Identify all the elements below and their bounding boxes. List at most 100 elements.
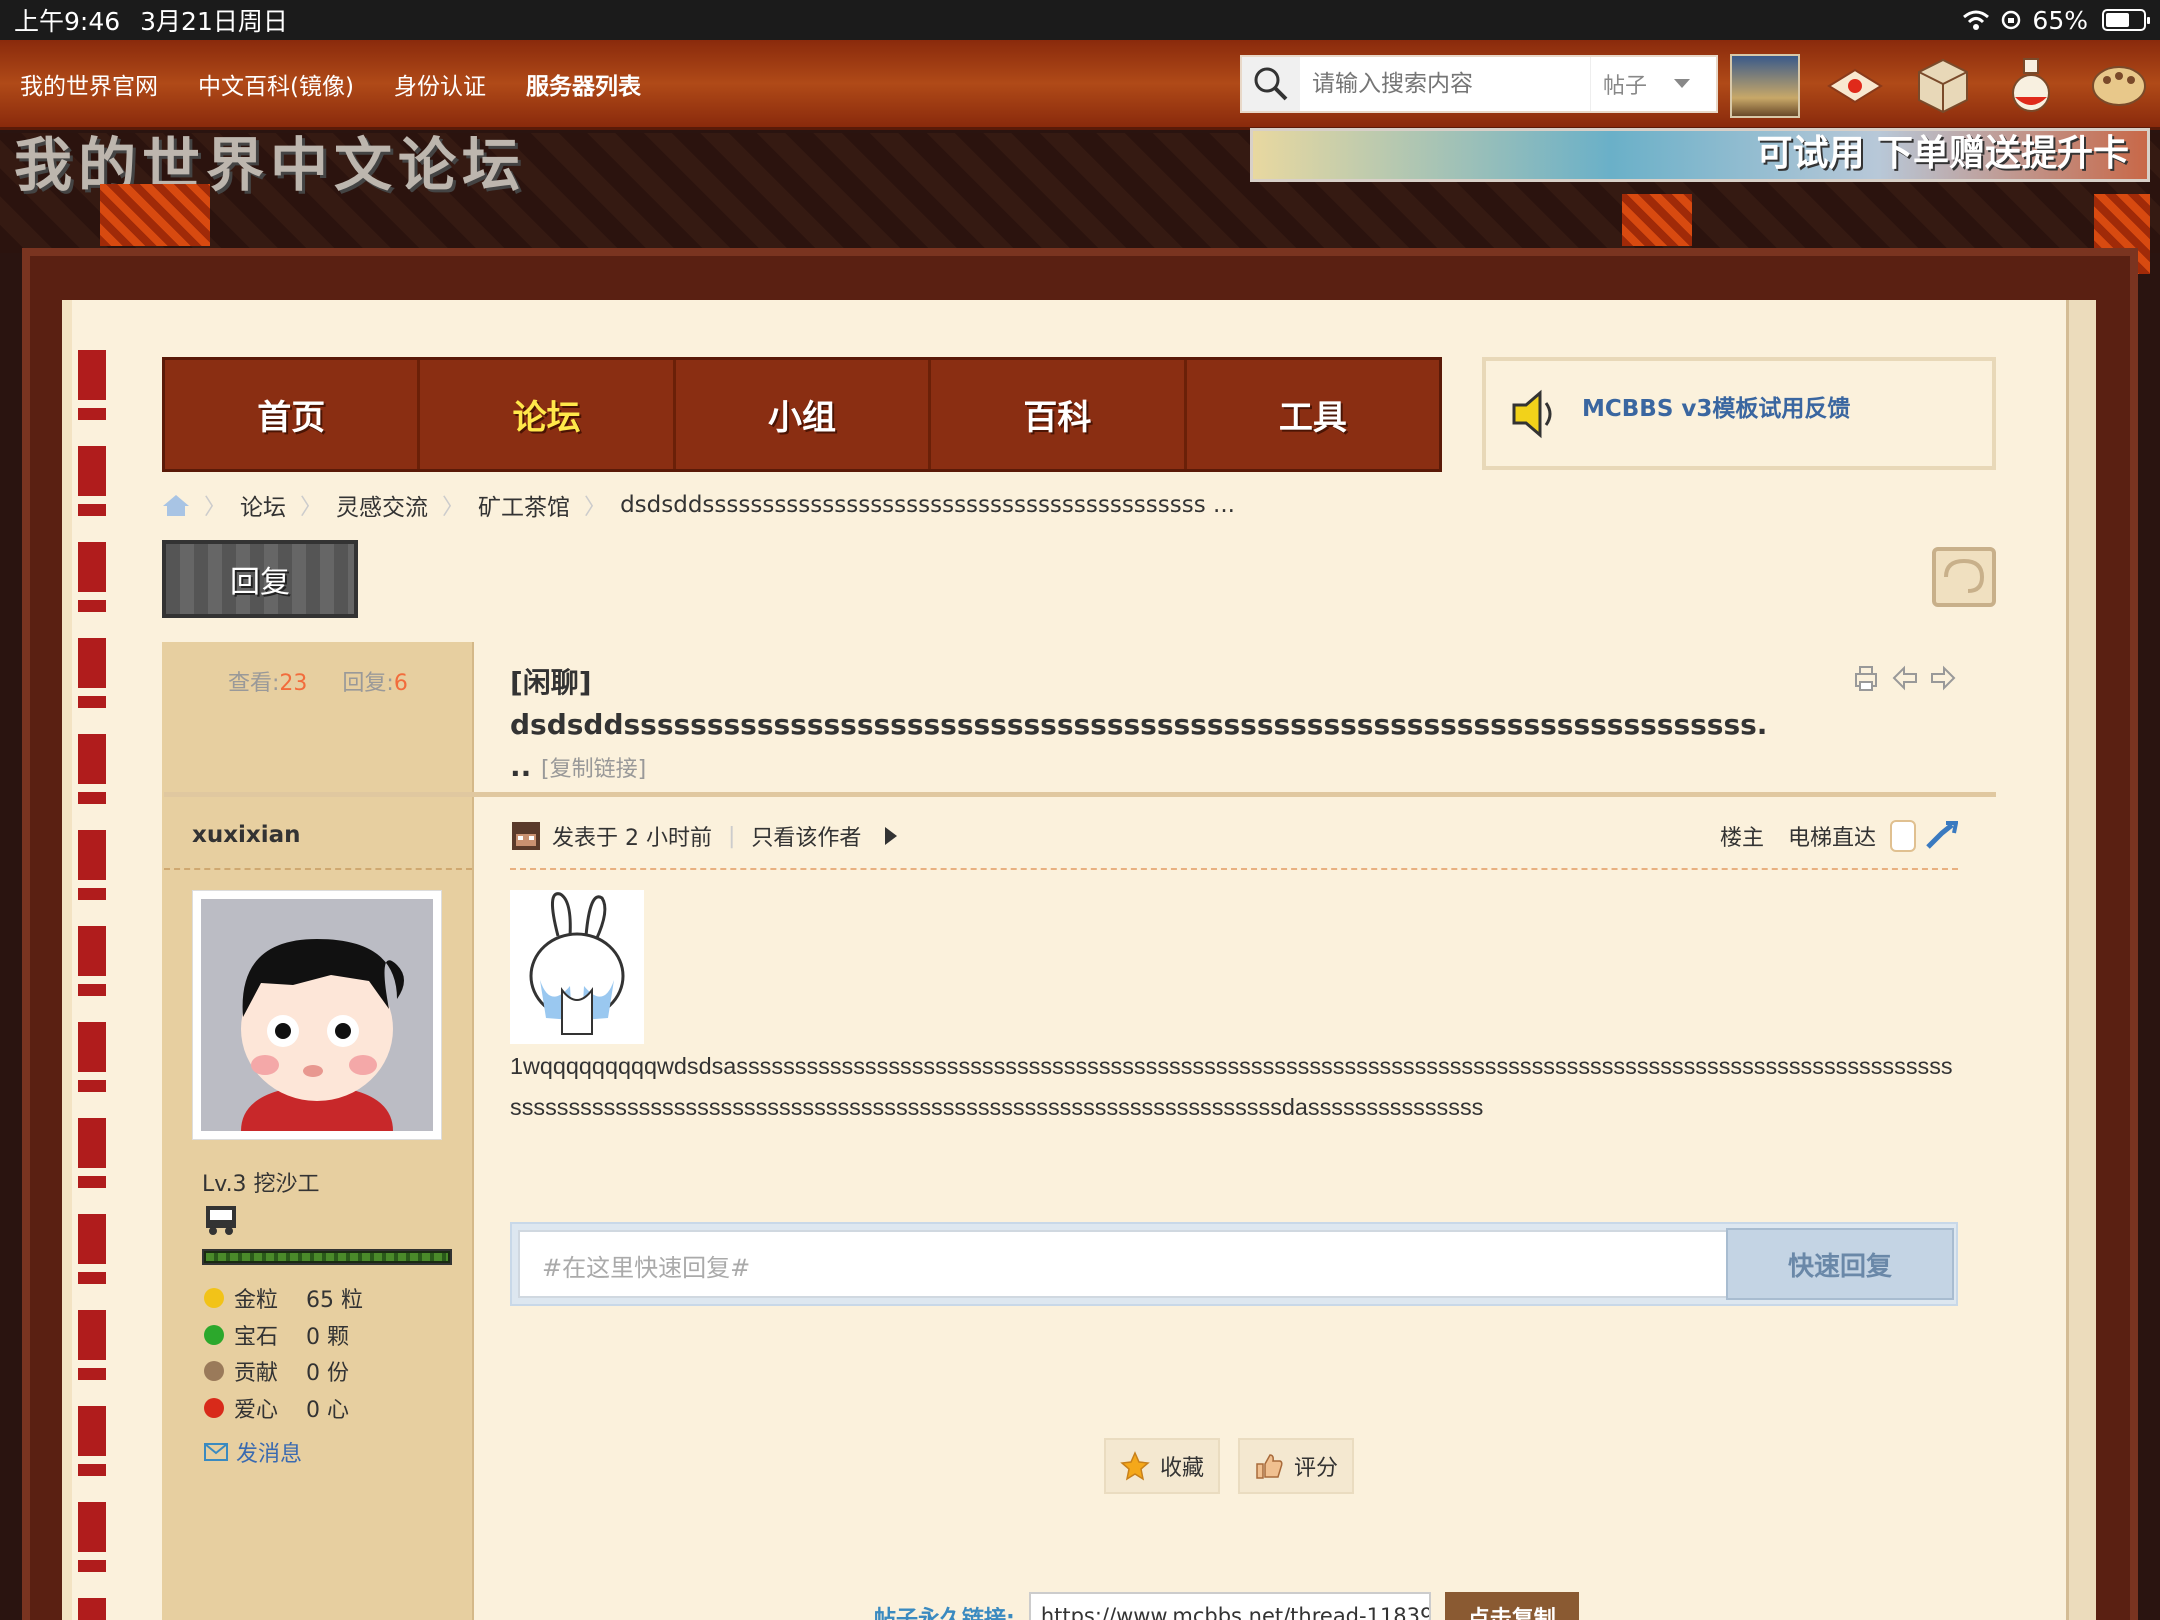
attr-label: 金粒 [234, 1288, 279, 1314]
search-icon[interactable] [1242, 57, 1300, 111]
potion-icon[interactable] [1998, 55, 2064, 117]
favorite-button[interactable]: 收藏 [1104, 1438, 1221, 1494]
attr-contribution: 贡献 0 份 [204, 1353, 363, 1390]
left-decoration [78, 350, 106, 1620]
breadcrumb: 〉 论坛 〉 灵感交流 〉 矿工茶馆 〉 dsdsddsssssssssssss… [162, 488, 1235, 522]
right-border [2066, 300, 2096, 1620]
replies-label: 回复: [342, 671, 394, 696]
breadcrumb-inspiration[interactable]: 灵感交流 [336, 488, 428, 522]
thread-divider [164, 792, 1996, 797]
search-type-select[interactable]: 帖子 [1590, 57, 1702, 111]
print-icon[interactable] [1852, 664, 1880, 692]
mail-icon [204, 1443, 228, 1461]
thumbs-up-icon [1256, 1454, 1283, 1479]
top-navigation: 我的世界官网 中文百科(镜像) 身份认证 服务器列表 帖子 [0, 40, 2160, 130]
post-meta: 发表于 2 小时前 | 只看该作者 [512, 820, 898, 852]
attr-label: 宝石 [234, 1324, 279, 1350]
search-type-label: 帖子 [1603, 74, 1648, 99]
rate-button[interactable]: 评分 [1238, 1438, 1355, 1494]
attr-label: 贡献 [234, 1361, 279, 1387]
main-navigation: 首页 论坛 小组 百科 工具 [162, 357, 1442, 472]
breadcrumb-separator: 〉 [584, 495, 607, 520]
apple-icon [204, 1397, 224, 1418]
permalink-label: 帖子永久链接: [874, 1607, 1015, 1620]
search-box: 帖子 [1240, 55, 1718, 113]
quick-reply-input[interactable]: #在这里快速回复# [518, 1230, 1744, 1298]
rotation-lock-icon [2002, 10, 2021, 30]
views-count: 23 [279, 671, 308, 696]
banner-ad-text: 可试用 下单赠送提升卡 [1756, 133, 2129, 174]
thread-stats: 查看:23 回复:6 [228, 665, 408, 697]
send-message-link[interactable]: 发消息 [204, 1436, 302, 1468]
top-link-official[interactable]: 我的世界官网 [20, 67, 158, 101]
quick-reply-box: #在这里快速回复# 快速回复 [510, 1222, 1958, 1306]
author-divider [164, 868, 472, 870]
message-icon[interactable] [1822, 55, 1888, 117]
contribution-icon [204, 1361, 224, 1382]
palette-icon[interactable] [2086, 55, 2152, 117]
lava-block [100, 184, 210, 246]
home-icon[interactable] [162, 493, 190, 517]
attr-value: 0 颗 [306, 1324, 349, 1350]
breadcrumb-separator: 〉 [300, 495, 323, 520]
thread-category: [闲聊] [510, 666, 592, 699]
sticker-image [510, 890, 644, 1044]
go-floor-icon[interactable] [1926, 821, 1959, 851]
author-name[interactable]: xuxixian [192, 822, 301, 848]
copy-link-button[interactable]: [复制链接] [541, 757, 646, 782]
quick-reply-button[interactable]: 快速回复 [1726, 1228, 1954, 1300]
speaker-icon [1512, 389, 1552, 439]
copy-permalink-button[interactable]: 点击复制 [1444, 1592, 1579, 1620]
triangle-right-icon[interactable] [885, 827, 898, 845]
only-author-link[interactable]: 只看该作者 [751, 820, 861, 852]
next-thread-icon[interactable] [1930, 664, 1956, 692]
attr-label: 爱心 [234, 1397, 279, 1423]
crafting-table-icon[interactable] [1910, 55, 1976, 117]
post-actions: 收藏 评分 [1104, 1438, 1355, 1494]
permalink-bar: 帖子永久链接: https://www.mcbbs.net/thread-118… [874, 1592, 1579, 1620]
nav-wiki[interactable]: 百科 [931, 360, 1187, 469]
avatar[interactable] [192, 890, 442, 1140]
nav-tools[interactable]: 工具 [1187, 360, 1439, 469]
xp-progress-bar [202, 1249, 452, 1265]
post-divider [510, 868, 1958, 870]
notice-box: MCBBS v3模板试用反馈 [1482, 357, 1996, 470]
attr-gem: 宝石 0 颗 [204, 1317, 363, 1354]
status-time: 上午9:46 [14, 7, 121, 36]
attr-value: 0 心 [306, 1397, 349, 1423]
minecart-icon [206, 1206, 236, 1235]
send-message-label: 发消息 [236, 1442, 303, 1467]
breadcrumb-forum[interactable]: 论坛 [240, 488, 286, 522]
nav-groups[interactable]: 小组 [676, 360, 932, 469]
emerald-icon [204, 1324, 224, 1345]
battery-percent: 65% [2032, 5, 2088, 35]
post-time: 发表于 2 小时前 [552, 826, 712, 851]
status-date: 3月21日周日 [140, 7, 288, 36]
attr-gold: 金粒 65 粒 [204, 1280, 363, 1317]
status-bar: 上午9:46 3月21日周日 65% [0, 0, 2160, 40]
top-link-auth[interactable]: 身份认证 [394, 67, 486, 101]
banner-ad[interactable]: 可试用 下单赠送提升卡 [1250, 128, 2150, 182]
user-avatar-thumbnail[interactable] [1730, 54, 1800, 118]
breadcrumb-teahouse[interactable]: 矿工茶馆 [478, 488, 570, 522]
nav-forum[interactable]: 论坛 [420, 360, 676, 469]
top-link-servers[interactable]: 服务器列表 [526, 67, 641, 101]
attr-love: 爱心 0 心 [204, 1390, 363, 1427]
forum-logo[interactable]: 我的世界中文论坛 [14, 118, 526, 202]
notice-link[interactable]: MCBBS v3模板试用反馈 [1582, 389, 1850, 466]
gold-nugget-icon [204, 1288, 224, 1309]
nav-home[interactable]: 首页 [165, 360, 421, 469]
scroll-icon[interactable] [1930, 545, 1998, 609]
reply-button[interactable]: 回复 [162, 540, 358, 618]
previous-thread-icon[interactable] [1892, 664, 1918, 692]
elevator-label: 电梯直达 [1788, 826, 1877, 851]
user-attributes: 金粒 65 粒 宝石 0 颗 贡献 0 份 爱心 0 心 [204, 1280, 363, 1426]
top-link-wiki[interactable]: 中文百科(镜像) [198, 67, 354, 101]
permalink-url[interactable]: https://www.mcbbs.net/thread-118394 [1028, 1592, 1431, 1620]
xp-progress-fill [206, 1253, 448, 1261]
search-input[interactable] [1300, 59, 1590, 109]
post-avatar-icon [512, 822, 540, 850]
thread-title: [闲聊] dsdsddsssssssssssssssssssssssssssss… [510, 662, 1850, 791]
elevator-input[interactable] [1890, 820, 1917, 852]
attr-value: 65 粒 [306, 1288, 363, 1314]
